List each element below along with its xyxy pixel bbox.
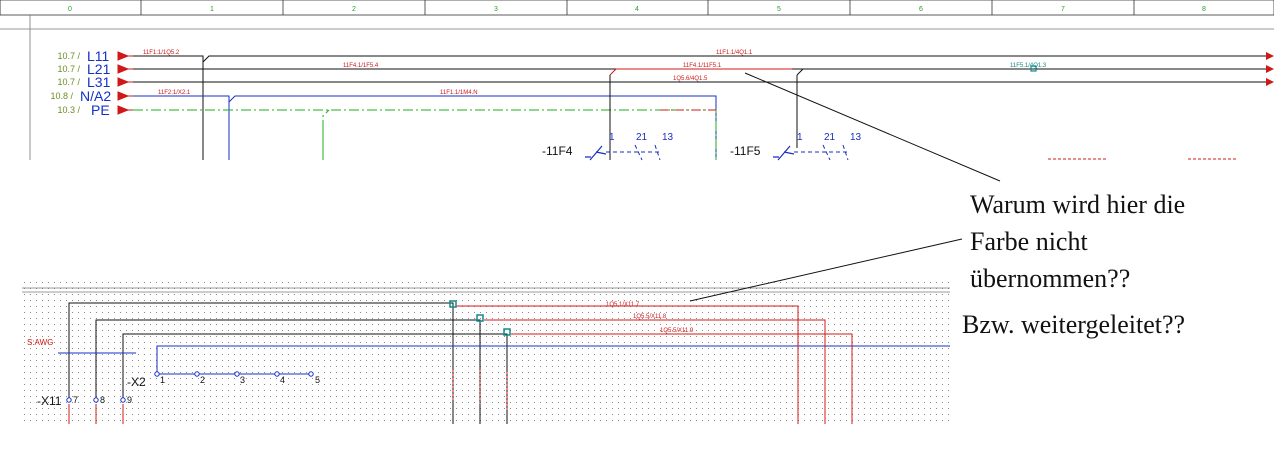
contact-symbol bbox=[606, 144, 661, 161]
bus-arrows-left bbox=[117, 51, 133, 115]
bus-wires bbox=[133, 55, 1266, 160]
ruler-col-5: 5 bbox=[777, 6, 781, 13]
x2-pin: 5 bbox=[315, 375, 320, 385]
contact-symbol bbox=[794, 144, 849, 161]
ruler-col-4: 4 bbox=[635, 6, 639, 13]
terminal-x11-label[interactable]: -X11 bbox=[37, 394, 62, 408]
bottom-schematic: 1 2 3 4 5 -X2 7 8 9 -X11 S:AWG 1Q5.1/X11… bbox=[22, 281, 950, 424]
ruler-col-2: 2 bbox=[352, 6, 356, 13]
device-label: -11F5 bbox=[730, 144, 761, 158]
wire-l11 bbox=[133, 55, 1266, 160]
ruler-col-0: 0 bbox=[68, 6, 72, 13]
terminal-x2-label[interactable]: -X2 bbox=[127, 375, 146, 389]
x2-pin: 4 bbox=[280, 375, 285, 385]
wire-l21-red-branch bbox=[609, 68, 792, 76]
ruler-col-3: 3 bbox=[494, 6, 498, 13]
device-label: -11F4 bbox=[542, 144, 573, 158]
awg-label: S:AWG bbox=[27, 338, 53, 347]
x2-pin: 1 bbox=[160, 375, 165, 385]
bus-ref-pe: 10.3 / bbox=[57, 105, 80, 115]
ruler-col-7: 7 bbox=[1061, 6, 1065, 13]
wire-label: 1Q5.6/4Q1.5 bbox=[673, 76, 708, 82]
bus-ref-l11: 10.7 / bbox=[57, 51, 80, 61]
annotation-question-line-1: Warum wird hier die bbox=[970, 190, 1185, 219]
x11-pin: 9 bbox=[127, 395, 132, 405]
breaker-symbol bbox=[585, 145, 607, 161]
device-pin: 13 bbox=[662, 132, 674, 143]
wire-label: 1Q5.5/X11.8 bbox=[633, 314, 667, 320]
device-pin: 1 bbox=[797, 132, 803, 143]
x2-pin: 2 bbox=[200, 375, 205, 385]
x11-pin: 7 bbox=[73, 395, 78, 405]
device-pin: 21 bbox=[636, 132, 648, 143]
wire-label: 1Q5.5/X11.9 bbox=[660, 328, 694, 334]
wire-label: 1Q5.1/X11.7 bbox=[606, 302, 640, 308]
wire-label: 11F4.1/11F5.1 bbox=[683, 63, 722, 69]
device-11f4[interactable]: -11F4 1 21 13 bbox=[542, 132, 674, 161]
grid-background bbox=[22, 281, 950, 424]
annotation-followup: Bzw. weitergeleitet?? bbox=[962, 310, 1185, 339]
wire-label: 11F1.1/1M4.N bbox=[440, 90, 478, 96]
device-pin: 13 bbox=[850, 132, 862, 143]
wire-label: 11F5.1/4Q1.3 bbox=[1010, 63, 1047, 69]
wire-label: 11F1.1/4Q1.1 bbox=[716, 50, 753, 56]
wire-label: 11F2:1/X2.1 bbox=[158, 90, 191, 96]
x2-pin: 3 bbox=[240, 375, 245, 385]
device-11f5[interactable]: -11F5 1 21 13 bbox=[730, 132, 862, 161]
bus-ref-l21: 10.7 / bbox=[57, 64, 80, 74]
bus-name-pe[interactable]: PE bbox=[91, 102, 110, 118]
ruler-col-1: 1 bbox=[210, 6, 214, 13]
breaker-symbol bbox=[773, 145, 795, 161]
wire-label: 11F1:1/1Q5.2 bbox=[143, 50, 180, 56]
x11-pin: 8 bbox=[100, 395, 105, 405]
ruler-col-6: 6 bbox=[919, 6, 923, 13]
crop-gap bbox=[0, 161, 1274, 281]
annotation-question-line-3: übernommen?? bbox=[970, 264, 1130, 293]
top-schematic: 0 1 2 3 4 5 6 7 8 10.7 / L11 10.7 / L21 … bbox=[0, 0, 1274, 161]
bus-ref-l31: 10.7 / bbox=[57, 77, 80, 87]
schematic-view: 0 1 2 3 4 5 6 7 8 10.7 / L11 10.7 / L21 … bbox=[0, 0, 1274, 424]
bus-ref-n: 10.8 / bbox=[50, 91, 73, 101]
bus-arrows-right bbox=[1266, 52, 1274, 86]
device-pin: 1 bbox=[609, 132, 615, 143]
wire-n bbox=[133, 95, 717, 160]
annotation-question-line-2: Farbe nicht bbox=[970, 227, 1088, 256]
device-pin: 21 bbox=[824, 132, 836, 143]
wire-label: 11F4.1/1F5.4 bbox=[343, 63, 379, 69]
ruler-col-8: 8 bbox=[1202, 6, 1206, 13]
